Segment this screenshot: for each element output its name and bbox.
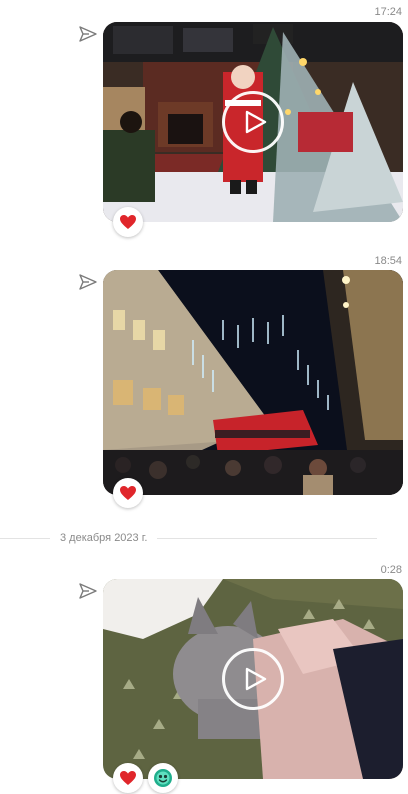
- reaction-heart[interactable]: [113, 207, 143, 237]
- video-thumbnail-santa[interactable]: [103, 22, 403, 222]
- heart-icon: [120, 771, 136, 785]
- smiling-face-icon: [154, 769, 172, 787]
- share-button[interactable]: [78, 581, 98, 601]
- street-lights-image: [103, 270, 403, 495]
- message-time: 0:28: [380, 564, 402, 576]
- heart-icon: [120, 486, 136, 500]
- date-label: 3 декабря 2023 г.: [60, 532, 148, 544]
- heart-icon: [120, 215, 136, 229]
- share-arrow-icon: [79, 274, 97, 290]
- photo-christmas-street[interactable]: [103, 270, 403, 495]
- reaction-heart[interactable]: [113, 763, 143, 793]
- share-button[interactable]: [78, 24, 98, 44]
- date-separator: 3 декабря 2023 г.: [0, 530, 408, 546]
- reaction-smiling-face[interactable]: [148, 763, 178, 793]
- reaction-heart[interactable]: [113, 478, 143, 508]
- divider-line: [0, 537, 50, 539]
- share-button[interactable]: [78, 272, 98, 292]
- message-time: 18:54: [374, 255, 402, 267]
- play-button[interactable]: [222, 91, 284, 153]
- divider-line: [157, 537, 378, 539]
- share-arrow-icon: [79, 583, 97, 599]
- message-time: 17:24: [374, 6, 402, 18]
- play-icon: [245, 110, 266, 134]
- video-thumbnail-cat[interactable]: [103, 579, 403, 779]
- play-button[interactable]: [222, 648, 284, 710]
- share-arrow-icon: [79, 26, 97, 42]
- play-icon: [245, 667, 266, 691]
